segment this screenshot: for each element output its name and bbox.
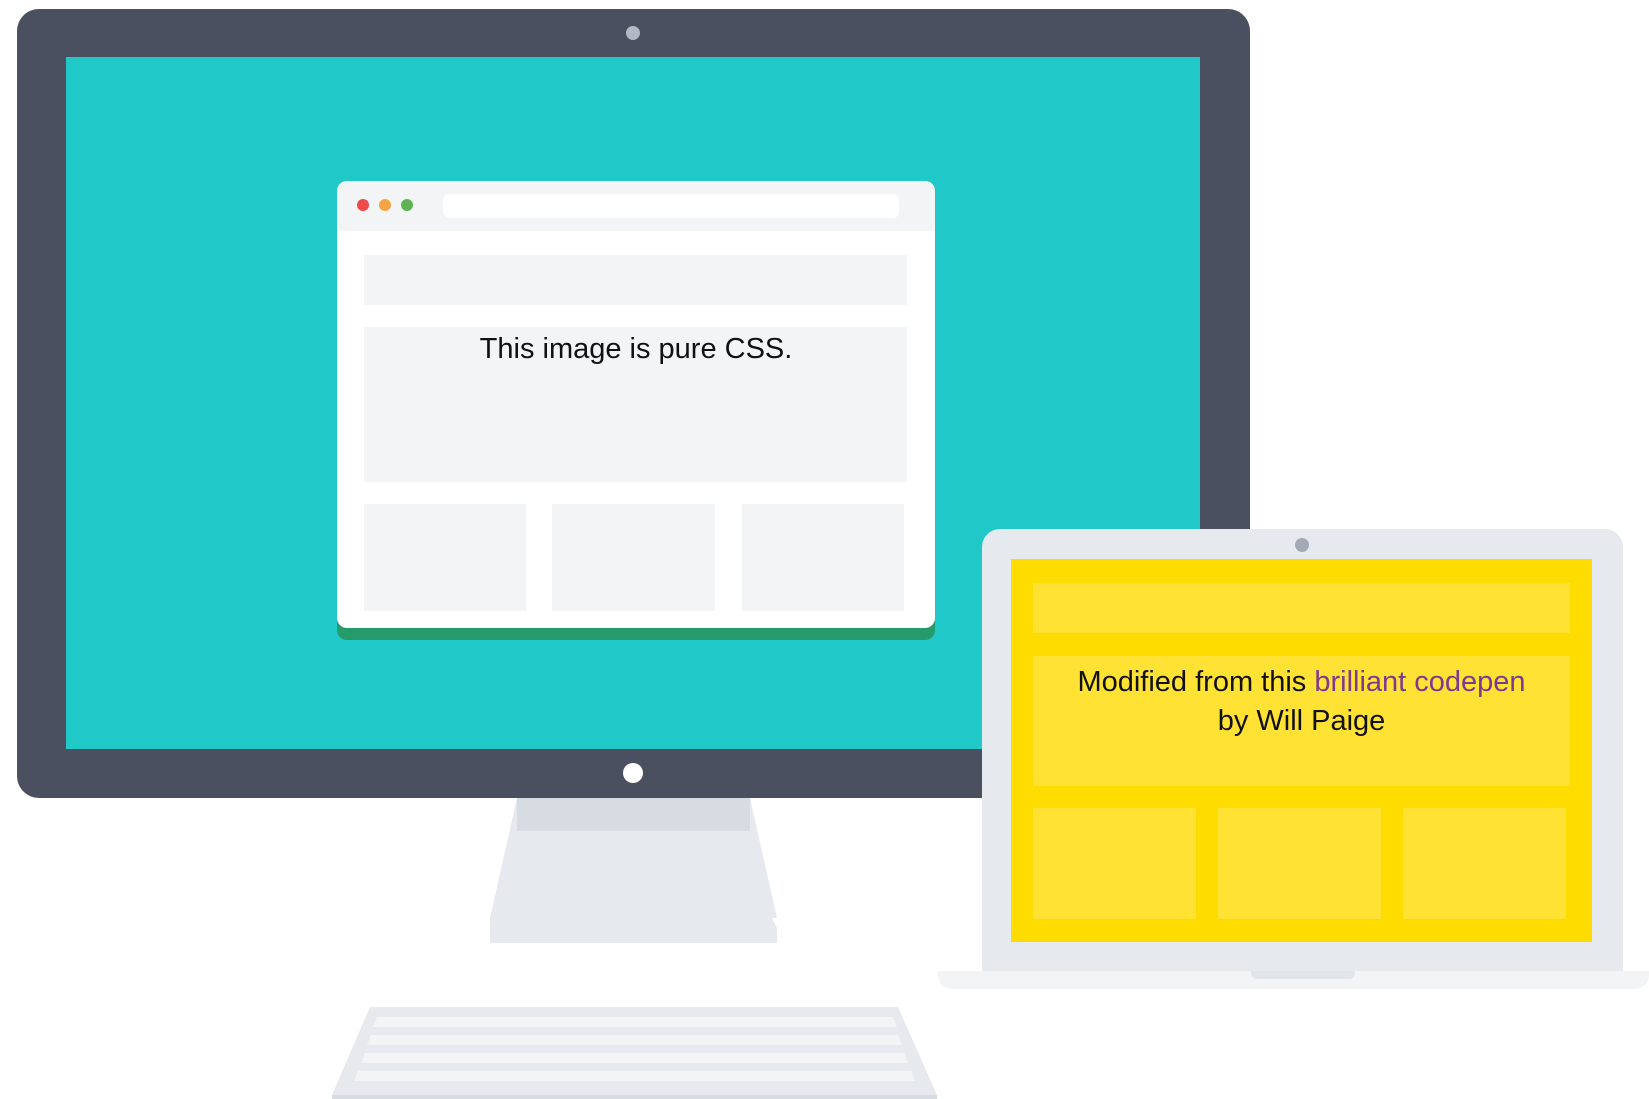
laptop-screen: Modified from this brilliant codepen by W… [1011,559,1592,942]
browser-window: This image is pure CSS. [337,181,935,628]
laptop-page-column [1033,808,1196,919]
credit-text-prefix: Modified from this [1077,666,1315,698]
laptop-notch [1251,971,1355,979]
laptop-page-column [1218,808,1381,919]
browser-page-column [552,504,715,611]
browser-page-header [364,255,907,305]
monitor-camera-icon [626,26,640,40]
address-bar[interactable] [443,194,899,218]
laptop-page-column [1403,808,1566,919]
power-button-icon [623,763,643,783]
browser-title-bar [337,181,935,231]
codepen-link[interactable]: brilliant codepen [1314,666,1525,698]
minimize-dot-icon[interactable] [379,199,391,211]
laptop-camera-icon [1295,538,1309,552]
credit-text: Modified from this brilliant codepen by W… [1011,663,1592,741]
credit-text-author: by Will Paige [1217,705,1386,737]
hero-text: This image is pure CSS. [479,333,793,365]
browser-page-column [742,504,904,611]
laptop-page-header [1033,583,1570,633]
maximize-dot-icon[interactable] [401,199,413,211]
close-dot-icon[interactable] [357,199,369,211]
keyboard [332,1007,937,1099]
monitor-stand [490,798,777,943]
browser-page-column [364,504,526,611]
